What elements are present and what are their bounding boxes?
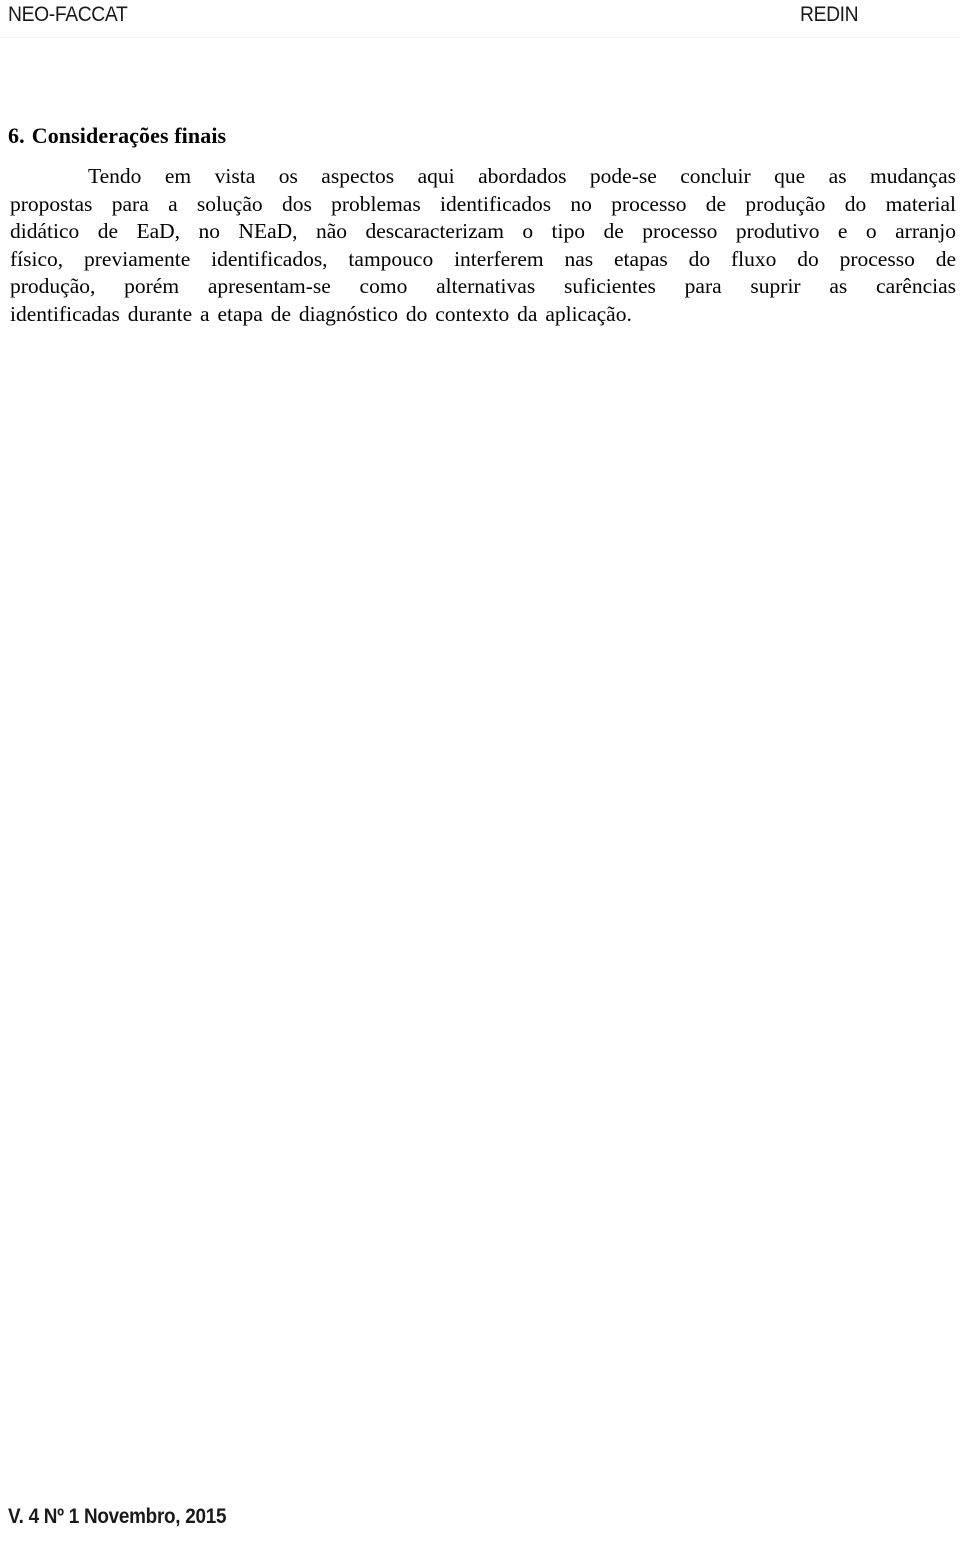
header-divider: [0, 37, 960, 38]
paragraph-line: produção, porém apresentam-se como alter…: [10, 274, 956, 299]
section-number: 6.: [8, 123, 25, 149]
paragraph-line: identificadas durante a etapa de diagnós…: [10, 301, 632, 326]
header-journal-name: NEO-FACCAT: [8, 3, 128, 26]
paragraph-line: Tendo em vista os aspectos aqui abordado…: [88, 164, 956, 188]
paragraph-line: físico, previamente identificados, tampo…: [10, 246, 956, 271]
page-header: NEO-FACCAT REDIN: [0, 0, 960, 38]
paragraph-line: propostas para a solução dos problemas i…: [10, 191, 956, 216]
section-title: Considerações finais: [31, 123, 227, 149]
body-paragraph: Tendo em vista os aspectos aqui abordado…: [10, 163, 956, 329]
paragraph-line: didático de EaD, no NEaD, não descaracte…: [10, 219, 956, 244]
header-publication-name: REDIN: [800, 3, 859, 26]
page-title: 6. Considerações finais: [8, 122, 226, 150]
footer-issue-citation: V. 4 Nº 1 Novembro, 2015: [8, 1505, 227, 1528]
